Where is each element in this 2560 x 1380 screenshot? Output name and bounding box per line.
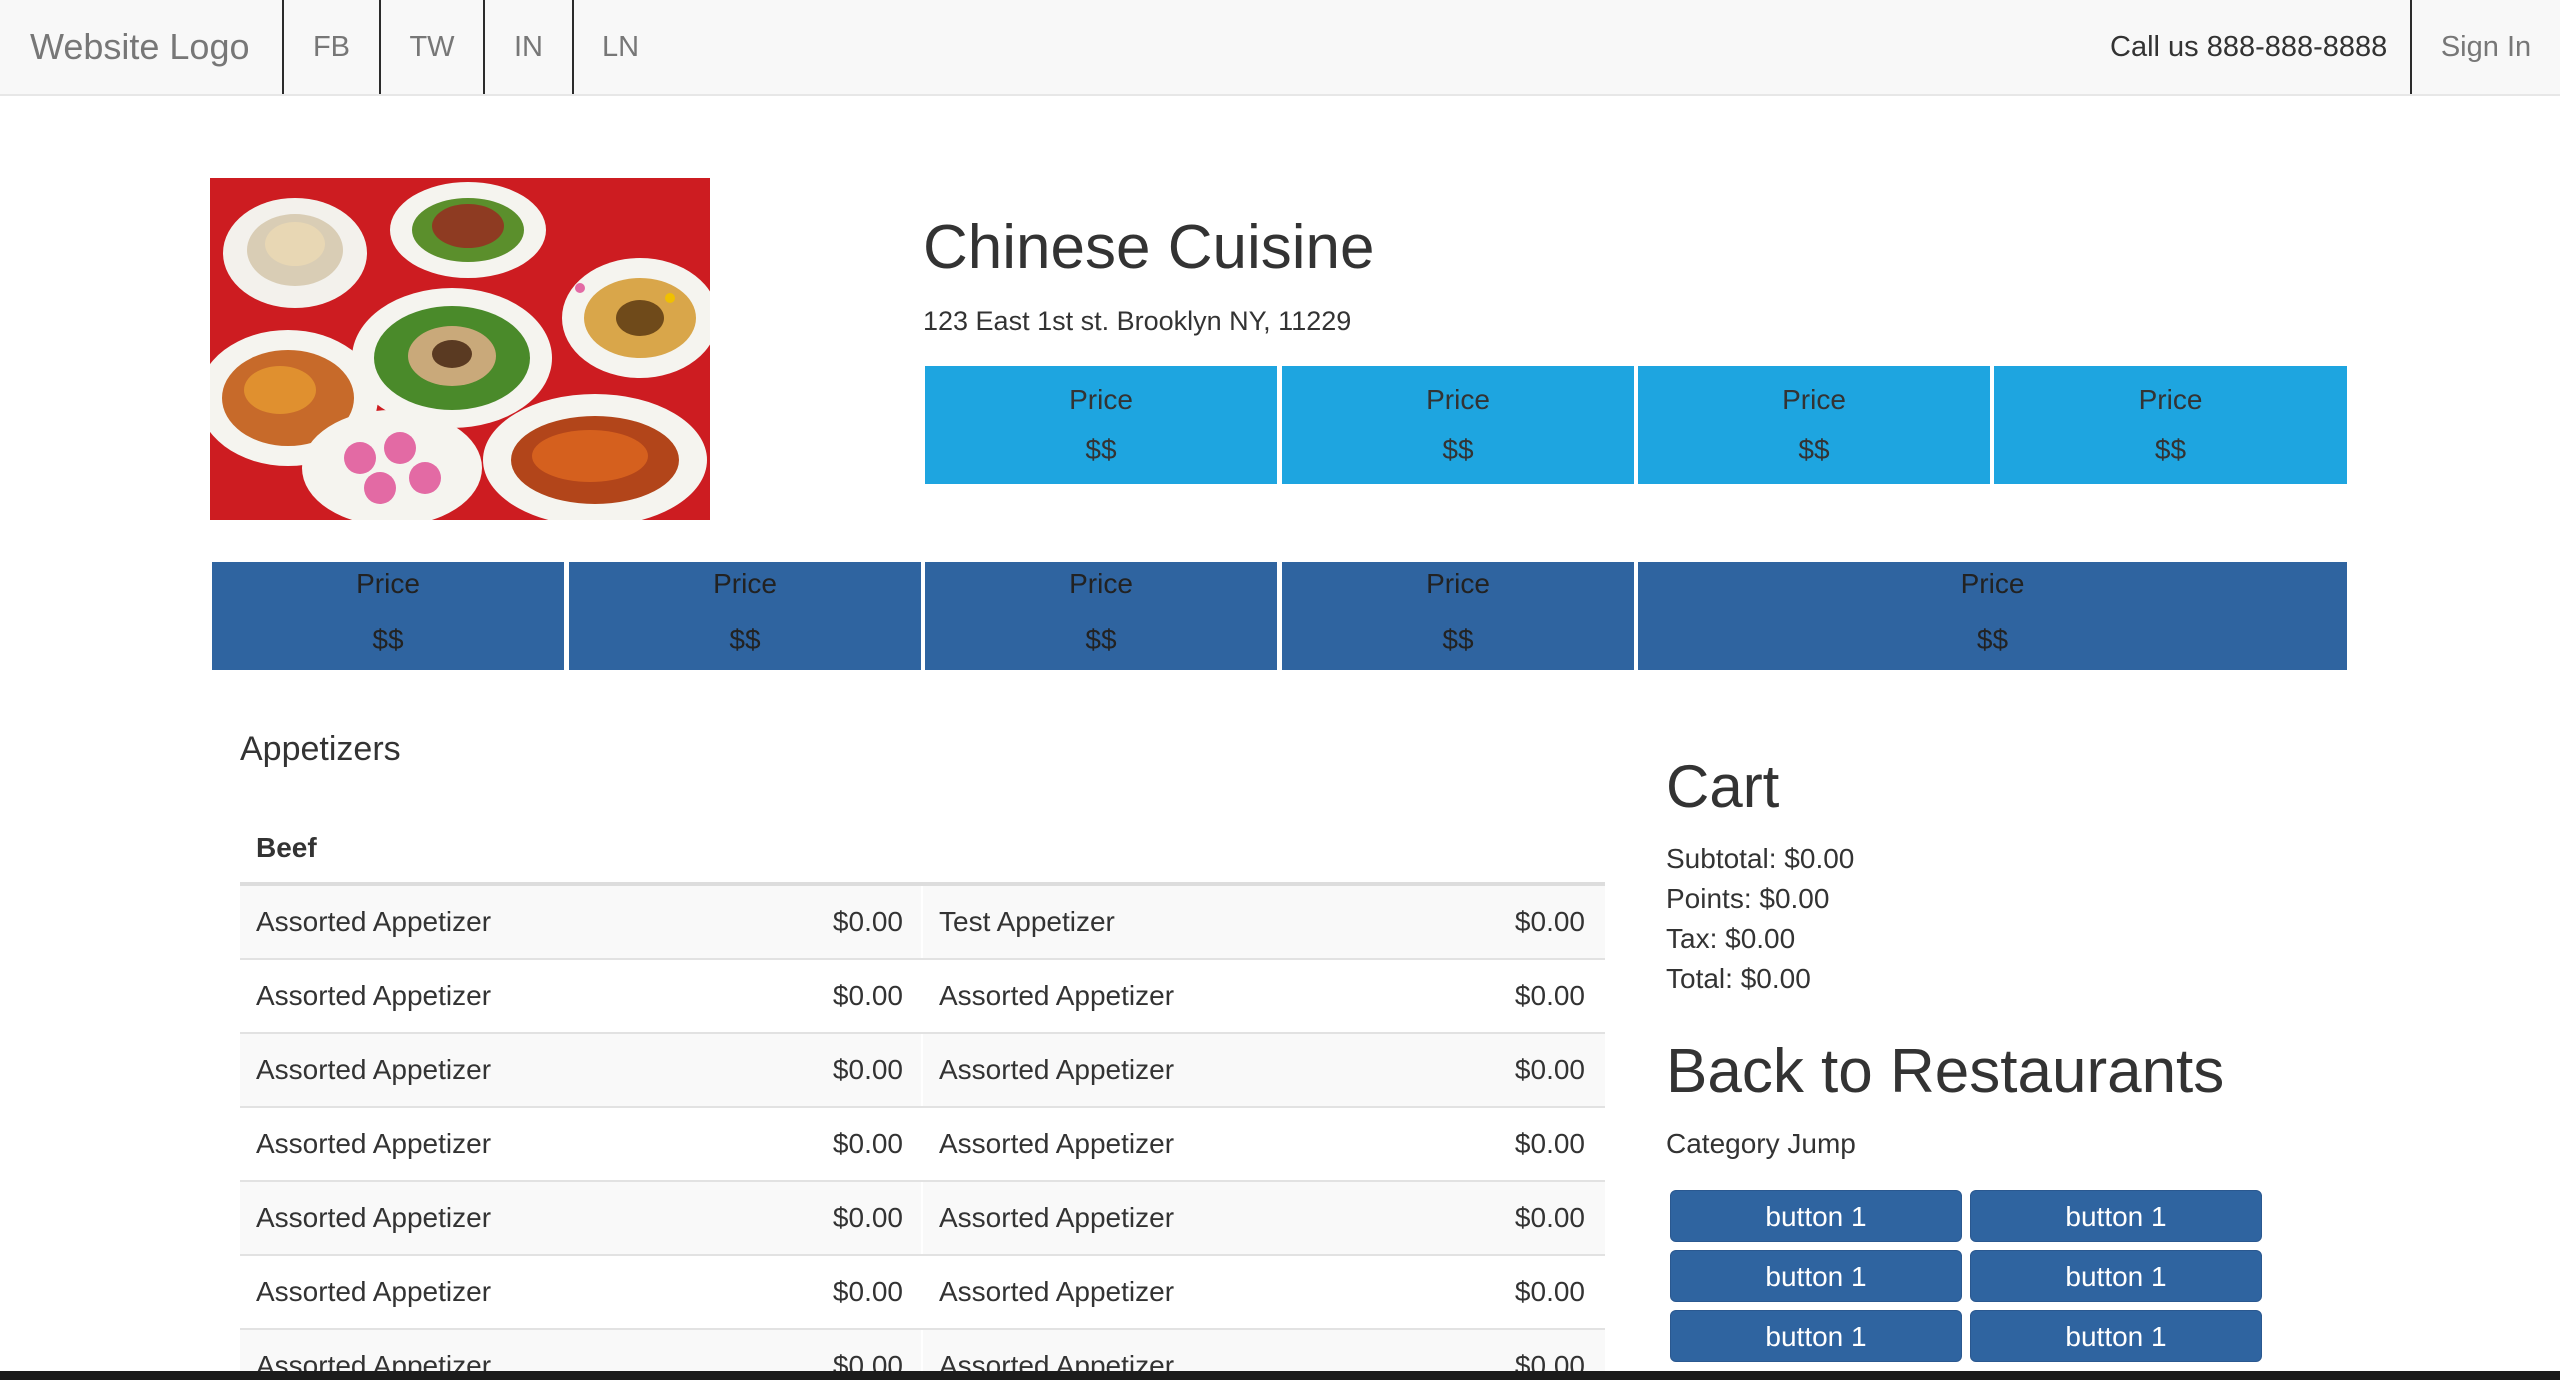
call-us-text: Call us 888-888-8888 bbox=[2110, 31, 2388, 63]
price-tile-wide: Price $$ bbox=[1638, 562, 2347, 670]
price-tile-value: $$ bbox=[729, 624, 761, 655]
price-tile: Price $$ bbox=[212, 562, 564, 670]
category-jump-button[interactable]: button 1 bbox=[1670, 1190, 1962, 1242]
website-logo[interactable]: Website Logo bbox=[30, 0, 249, 94]
price-tile-value: $$ bbox=[372, 624, 404, 655]
menu-item-name[interactable]: Assorted Appetizer bbox=[256, 1108, 491, 1180]
price-tile-label: Price bbox=[356, 568, 420, 599]
window-bottom-edge bbox=[0, 1371, 2560, 1380]
cart-total: Total: $0.00 bbox=[1666, 963, 1811, 994]
menu-item-price: $0.00 bbox=[1514, 1054, 1585, 1085]
column-divider bbox=[921, 1108, 923, 1180]
menu-item-name[interactable]: Assorted Appetizer bbox=[256, 1034, 491, 1106]
price-tile-value: $$ bbox=[1798, 434, 1830, 465]
twitter-link[interactable]: TW bbox=[379, 0, 483, 94]
table-row: Assorted Appetizer $0.00 Assorted Appeti… bbox=[240, 960, 1605, 1034]
menu-item-price: $0.00 bbox=[832, 1276, 903, 1307]
price-tile-value: $$ bbox=[1442, 434, 1474, 465]
facebook-link[interactable]: FB bbox=[282, 0, 379, 94]
sign-in-link[interactable]: Sign In bbox=[2410, 0, 2560, 94]
price-tile-value: $$ bbox=[2154, 434, 2187, 465]
price-tile-value: $$ bbox=[1085, 624, 1117, 655]
table-row: Assorted Appetizer $0.00 Assorted Appeti… bbox=[240, 1034, 1605, 1108]
column-divider bbox=[921, 960, 923, 1032]
ln-link[interactable]: LN bbox=[572, 0, 667, 94]
price-tile-label: Price bbox=[1069, 568, 1133, 599]
category-jump-label: Category Jump bbox=[1666, 1128, 1856, 1159]
price-tile-value: $$ bbox=[1085, 434, 1117, 465]
category-jump-button[interactable]: button 1 bbox=[1670, 1310, 1962, 1362]
menu-item-price: $0.00 bbox=[832, 1054, 903, 1085]
menu-item-name[interactable]: Assorted Appetizer bbox=[256, 960, 491, 1032]
back-to-restaurants-link[interactable]: Back to Restaurants bbox=[1666, 1036, 2224, 1107]
cart-points: Points: $0.00 bbox=[1666, 883, 1830, 914]
menu-section-title: Appetizers bbox=[240, 730, 401, 768]
restaurant-food-photo bbox=[210, 178, 710, 520]
price-tile: Price $$ bbox=[1638, 366, 1990, 484]
price-tile-label: Price bbox=[1069, 384, 1133, 415]
menu-item-name[interactable]: Assorted Appetizer bbox=[939, 1108, 1174, 1180]
restaurant-name: Chinese Cuisine bbox=[923, 213, 1375, 282]
column-divider bbox=[921, 1034, 923, 1106]
food-photo-illustration bbox=[210, 178, 710, 520]
category-jump-button[interactable]: button 1 bbox=[1970, 1250, 2262, 1302]
price-tile-label: Price bbox=[713, 568, 777, 599]
category-jump-button[interactable]: button 1 bbox=[1970, 1190, 2262, 1242]
menu-item-price: $0.00 bbox=[832, 1350, 903, 1371]
menu-item-price: $0.00 bbox=[832, 980, 903, 1011]
table-row: Assorted Appetizer $0.00 Assorted Appeti… bbox=[240, 1256, 1605, 1330]
menu-item-price: $0.00 bbox=[1514, 906, 1585, 937]
cart-title: Cart bbox=[1666, 753, 1780, 820]
restaurant-address: 123 East 1st st. Brooklyn NY, 11229 bbox=[923, 306, 1352, 336]
menu-item-price: $0.00 bbox=[1514, 980, 1585, 1011]
price-tile: Price $$ bbox=[1282, 366, 1634, 484]
menu-item-name[interactable]: Assorted Appetizer bbox=[939, 960, 1174, 1032]
table-row: Assorted Appetizer $0.00 Test Appetizer … bbox=[240, 886, 1605, 960]
price-tile: Price $$ bbox=[925, 366, 1277, 484]
price-tile-label: Price bbox=[1960, 568, 2025, 599]
menu-item-name[interactable]: Assorted Appetizer bbox=[939, 1330, 1174, 1371]
price-tile: Price $$ bbox=[569, 562, 921, 670]
menu-item-name[interactable]: Assorted Appetizer bbox=[939, 1256, 1174, 1328]
menu-item-price: $0.00 bbox=[832, 906, 903, 937]
menu-item-name[interactable]: Assorted Appetizer bbox=[256, 1256, 491, 1328]
cart-subtotal: Subtotal: $0.00 bbox=[1666, 843, 1855, 874]
menu-item-price: $0.00 bbox=[1514, 1128, 1585, 1159]
price-tile-value: $$ bbox=[1442, 624, 1474, 655]
menu-item-name[interactable]: Assorted Appetizer bbox=[256, 886, 491, 958]
menu-item-price: $0.00 bbox=[832, 1128, 903, 1159]
price-tile: Price $$ bbox=[925, 562, 1277, 670]
menu-item-price: $0.00 bbox=[1514, 1202, 1585, 1233]
column-divider bbox=[921, 1182, 923, 1254]
menu-item-name[interactable]: Test Appetizer bbox=[939, 886, 1115, 958]
category-jump-button[interactable]: button 1 bbox=[1970, 1310, 2262, 1362]
menu-category-title: Beef bbox=[256, 832, 317, 863]
menu-item-name[interactable]: Assorted Appetizer bbox=[939, 1034, 1174, 1106]
price-tile-label: Price bbox=[1426, 384, 1490, 415]
table-row: Assorted Appetizer $0.00 Assorted Appeti… bbox=[240, 1182, 1605, 1256]
price-tile-label: Price bbox=[2138, 384, 2203, 415]
price-tile-value: $$ bbox=[1976, 624, 2009, 655]
menu-item-name[interactable]: Assorted Appetizer bbox=[256, 1330, 491, 1371]
column-divider bbox=[921, 1256, 923, 1328]
menu-item-name[interactable]: Assorted Appetizer bbox=[939, 1182, 1174, 1254]
column-divider bbox=[921, 886, 923, 958]
column-divider bbox=[921, 1330, 923, 1371]
top-navbar: Website Logo FB TW IN LN Call us 888-888… bbox=[0, 0, 2560, 96]
menu-item-price: $0.00 bbox=[1514, 1350, 1585, 1371]
linkedin-in-link[interactable]: IN bbox=[483, 0, 572, 94]
price-tile-label: Price bbox=[1782, 384, 1846, 415]
price-tile: Price $$ bbox=[1282, 562, 1634, 670]
menu-item-name[interactable]: Assorted Appetizer bbox=[256, 1182, 491, 1254]
menu-item-price: $0.00 bbox=[832, 1202, 903, 1233]
menu-item-price: $0.00 bbox=[1514, 1276, 1585, 1307]
category-jump-button[interactable]: button 1 bbox=[1670, 1250, 1962, 1302]
table-row: Assorted Appetizer $0.00 Assorted Appeti… bbox=[240, 1330, 1605, 1371]
table-row: Assorted Appetizer $0.00 Assorted Appeti… bbox=[240, 1108, 1605, 1182]
price-tile: Price $$ bbox=[1994, 366, 2347, 484]
cart-tax: Tax: $0.00 bbox=[1666, 923, 1796, 954]
price-tile-label: Price bbox=[1426, 568, 1490, 599]
